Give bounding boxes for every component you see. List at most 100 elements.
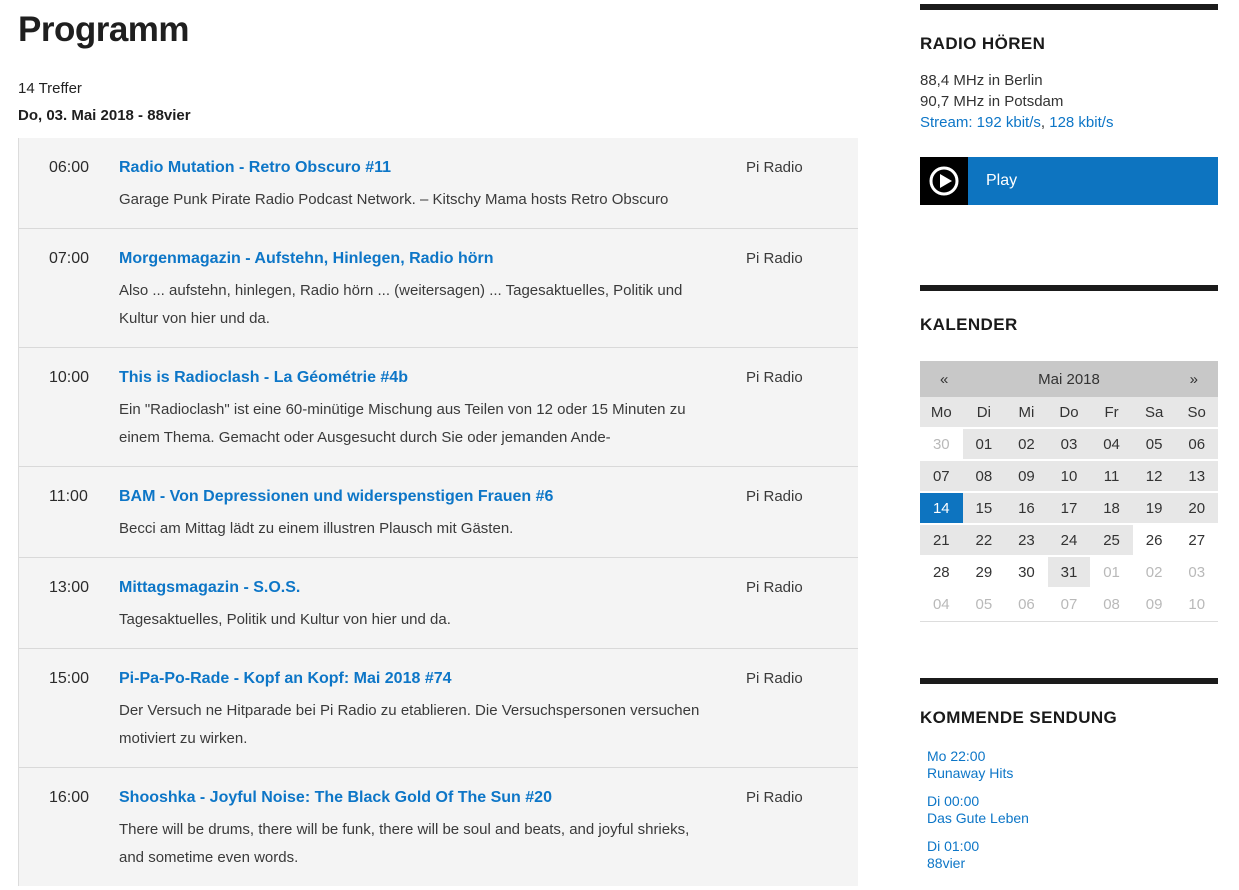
upcoming-time-link[interactable]: Di 00:00	[927, 793, 1218, 810]
entry-title-link[interactable]: Mittagsmagazin - S.O.S.	[119, 578, 300, 598]
program-main: Programm 14 Treffer Do, 03. Mai 2018 - 8…	[18, 0, 858, 886]
program-entry: 11:00 BAM - Von Depressionen und widersp…	[19, 466, 858, 557]
calendar-day[interactable]: 20	[1175, 493, 1218, 525]
calendar-month-label: Mai 2018	[948, 371, 1189, 388]
calendar-day[interactable]: 10	[1048, 461, 1091, 493]
calendar-prev-button[interactable]: «	[920, 371, 948, 388]
calendar-day[interactable]: 19	[1133, 493, 1176, 525]
calendar-day[interactable]: 02	[1005, 429, 1048, 461]
frequency-potsdam: 90,7 MHz in Potsdam	[920, 91, 1218, 112]
calendar-day: 05	[963, 589, 1006, 621]
entry-time: 06:00	[19, 158, 119, 214]
entry-description: There will be drums, there will be funk,…	[119, 816, 704, 872]
calendar-day[interactable]: 08	[963, 461, 1006, 493]
stream-links: Stream: 192 kbit/s, 128 kbit/s	[920, 112, 1218, 133]
calendar-grid: 3001020304050607080910111213141516171819…	[920, 429, 1218, 621]
stream-link-192[interactable]: Stream: 192 kbit/s	[920, 114, 1041, 131]
calendar-day[interactable]: 27	[1175, 525, 1218, 557]
entry-title-link[interactable]: Morgenmagazin - Aufstehn, Hinlegen, Radi…	[119, 249, 494, 269]
calendar-day[interactable]: 29	[963, 557, 1006, 589]
entry-station-link[interactable]: Pi Radio	[704, 578, 859, 634]
divider-bar	[920, 678, 1218, 684]
calendar-day: 04	[920, 589, 963, 621]
calendar-day[interactable]: 28	[920, 557, 963, 589]
upcoming-time-link[interactable]: Di 01:00	[927, 838, 1218, 855]
calendar-day[interactable]: 30	[1005, 557, 1048, 589]
calendar-day[interactable]: 31	[1048, 557, 1091, 589]
calendar-day[interactable]: 03	[1048, 429, 1091, 461]
upcoming-list: Mo 22:00 Runaway Hits Di 00:00 Das Gute …	[920, 748, 1218, 872]
entry-content: Pi-Pa-Po-Rade - Kopf an Kopf: Mai 2018 #…	[119, 669, 704, 753]
entry-description: Garage Punk Pirate Radio Podcast Network…	[119, 186, 704, 214]
stream-link-128[interactable]: 128 kbit/s	[1049, 114, 1113, 131]
radio-listen-heading: RADIO HÖREN	[920, 34, 1218, 54]
calendar-day[interactable]: 17	[1048, 493, 1091, 525]
calendar-day[interactable]: 11	[1090, 461, 1133, 493]
upcoming-title-link[interactable]: 88vier	[927, 855, 1218, 872]
upcoming-item: Mo 22:00 Runaway Hits	[927, 748, 1218, 782]
calendar-weekdays: MoDiMiDoFrSaSo	[920, 397, 1218, 429]
page-title: Programm	[18, 10, 858, 50]
program-entry: 06:00 Radio Mutation - Retro Obscuro #11…	[19, 138, 858, 228]
upcoming-item: Di 00:00 Das Gute Leben	[927, 793, 1218, 827]
calendar-day[interactable]: 13	[1175, 461, 1218, 493]
date-heading: Do, 03. Mai 2018 - 88vier	[18, 107, 858, 125]
calendar-day[interactable]: 04	[1090, 429, 1133, 461]
entry-station-link[interactable]: Pi Radio	[704, 249, 859, 333]
entry-time: 16:00	[19, 788, 119, 872]
entry-description: Tagesaktuelles, Politik und Kultur von h…	[119, 606, 704, 634]
calendar-day[interactable]: 21	[920, 525, 963, 557]
calendar-day[interactable]: 26	[1133, 525, 1176, 557]
upcoming-heading: KOMMENDE SENDUNG	[920, 708, 1218, 728]
calendar-day[interactable]: 07	[920, 461, 963, 493]
entry-title-link[interactable]: Pi-Pa-Po-Rade - Kopf an Kopf: Mai 2018 #…	[119, 669, 452, 689]
program-entry: 15:00 Pi-Pa-Po-Rade - Kopf an Kopf: Mai …	[19, 648, 858, 767]
calendar-day[interactable]: 18	[1090, 493, 1133, 525]
calendar-next-button[interactable]: »	[1190, 371, 1218, 388]
calendar-day[interactable]: 09	[1005, 461, 1048, 493]
calendar-weekday: Sa	[1133, 397, 1176, 429]
calendar-day[interactable]: 16	[1005, 493, 1048, 525]
calendar-day[interactable]: 12	[1133, 461, 1176, 493]
upcoming-title-link[interactable]: Das Gute Leben	[927, 810, 1218, 827]
program-entry: 16:00 Shooshka - Joyful Noise: The Black…	[19, 767, 858, 886]
calendar-day: 30	[920, 429, 963, 461]
calendar-day[interactable]: 24	[1048, 525, 1091, 557]
entry-title-link[interactable]: BAM - Von Depressionen und widerspenstig…	[119, 487, 553, 507]
entry-title-link[interactable]: This is Radioclash - La Géométrie #4b	[119, 368, 408, 388]
calendar-day[interactable]: 23	[1005, 525, 1048, 557]
entry-station-link[interactable]: Pi Radio	[704, 669, 859, 753]
entry-title-link[interactable]: Radio Mutation - Retro Obscuro #11	[119, 158, 391, 178]
entry-title-link[interactable]: Shooshka - Joyful Noise: The Black Gold …	[119, 788, 552, 808]
calendar-day[interactable]: 01	[963, 429, 1006, 461]
calendar-day-selected[interactable]: 14	[920, 493, 963, 525]
calendar-weekday: Mi	[1005, 397, 1048, 429]
calendar-day: 02	[1133, 557, 1176, 589]
upcoming-item: Di 01:00 88vier	[927, 838, 1218, 872]
calendar-day[interactable]: 25	[1090, 525, 1133, 557]
calendar-day[interactable]: 22	[963, 525, 1006, 557]
program-list: 06:00 Radio Mutation - Retro Obscuro #11…	[18, 138, 858, 886]
calendar-day[interactable]: 15	[963, 493, 1006, 525]
calendar-day[interactable]: 06	[1175, 429, 1218, 461]
calendar-day[interactable]: 05	[1133, 429, 1176, 461]
play-button-label: Play	[968, 157, 1218, 205]
upcoming-title-link[interactable]: Runaway Hits	[927, 765, 1218, 782]
program-entry: 13:00 Mittagsmagazin - S.O.S. Tagesaktue…	[19, 557, 858, 648]
entry-description: Becci am Mittag lädt zu einem illustren …	[119, 515, 704, 543]
calendar-day: 03	[1175, 557, 1218, 589]
calendar-day: 01	[1090, 557, 1133, 589]
entry-station-link[interactable]: Pi Radio	[704, 158, 859, 214]
entry-content: Morgenmagazin - Aufstehn, Hinlegen, Radi…	[119, 249, 704, 333]
calendar-heading: KALENDER	[920, 315, 1218, 335]
play-button[interactable]: Play	[920, 157, 1218, 205]
upcoming-time-link[interactable]: Mo 22:00	[927, 748, 1218, 765]
entry-content: Mittagsmagazin - S.O.S. Tagesaktuelles, …	[119, 578, 704, 634]
calendar-widget: « Mai 2018 » MoDiMiDoFrSaSo 300102030405…	[920, 361, 1218, 622]
radio-frequencies: 88,4 MHz in Berlin 90,7 MHz in Potsdam S…	[920, 70, 1218, 133]
entry-time: 07:00	[19, 249, 119, 333]
entry-station-link[interactable]: Pi Radio	[704, 788, 859, 872]
entry-station-link[interactable]: Pi Radio	[704, 487, 859, 543]
entry-station-link[interactable]: Pi Radio	[704, 368, 859, 452]
calendar-day: 08	[1090, 589, 1133, 621]
